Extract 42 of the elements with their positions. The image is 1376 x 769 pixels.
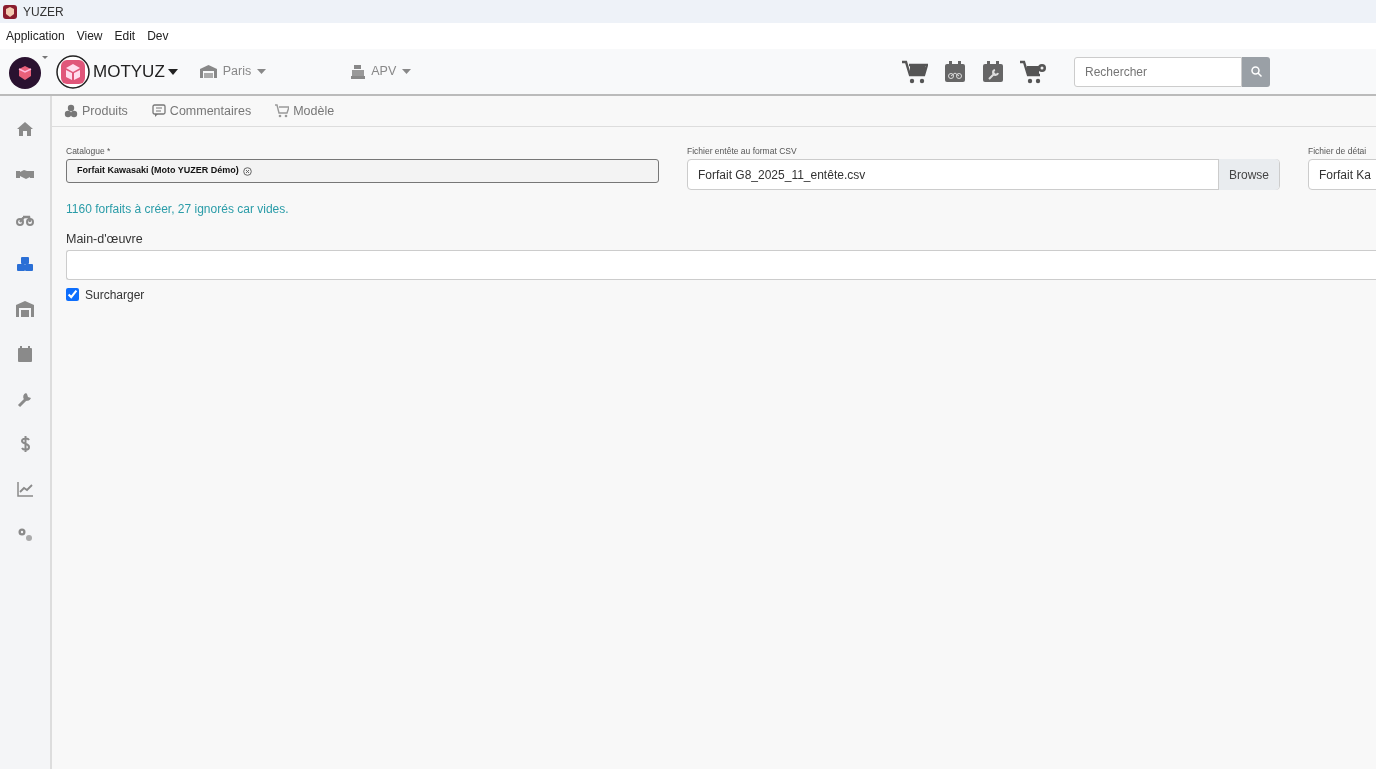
brand-logo-icon bbox=[56, 54, 90, 89]
home-icon bbox=[16, 119, 34, 138]
checkbox-label: Surcharger bbox=[85, 286, 145, 304]
warehouse-icon bbox=[16, 299, 34, 318]
comment-icon bbox=[151, 104, 166, 118]
field-label: Fichier de détai bbox=[1308, 146, 1367, 157]
menu-item[interactable]: View bbox=[76, 27, 103, 45]
checkbox[interactable] bbox=[66, 288, 79, 302]
search-icon bbox=[1250, 66, 1262, 77]
calendar-wrench-icon[interactable] bbox=[982, 60, 1004, 83]
file-input[interactable]: Forfait G8_2025_11_entête.csv Browse bbox=[687, 159, 1280, 190]
file-input[interactable]: Forfait Ka bbox=[1308, 159, 1376, 190]
catalogue-select[interactable]: Forfait Kawasaki (Moto YUZER Démo) bbox=[66, 159, 659, 183]
search-button[interactable] bbox=[1242, 56, 1270, 87]
tab[interactable]: Modèle bbox=[275, 101, 335, 121]
menu-item[interactable]: Application bbox=[6, 27, 65, 45]
caret-icon bbox=[167, 68, 178, 75]
browse-button[interactable]: Browse bbox=[1218, 159, 1279, 190]
labour-input[interactable] bbox=[66, 249, 1376, 280]
field-label: Catalogue * bbox=[66, 146, 111, 157]
field-label: Main-d'œuvre bbox=[66, 231, 143, 248]
warehouse-icon bbox=[199, 65, 217, 78]
calendar-motorcycle-icon[interactable] bbox=[944, 60, 966, 83]
window-title: YUZER bbox=[23, 3, 64, 21]
site-dropdown[interactable]: Paris bbox=[199, 62, 267, 81]
app-logo-icon bbox=[3, 4, 17, 19]
tab[interactable]: Produits bbox=[64, 101, 128, 121]
menu-item[interactable]: Dev bbox=[147, 27, 169, 45]
cart-motorcycle-icon[interactable] bbox=[1020, 59, 1048, 84]
brand-dropdown[interactable]: MOTYUZ bbox=[56, 54, 178, 89]
remove-icon[interactable] bbox=[242, 166, 252, 176]
info-text: 1160 forfaits à créer, 27 ignorés car vides. bbox=[66, 201, 289, 218]
caret-icon bbox=[257, 69, 267, 74]
caret-icon bbox=[402, 69, 412, 74]
cart-icon bbox=[275, 104, 290, 118]
field-label: Fichier entête au format CSV bbox=[687, 146, 797, 157]
cart-icon[interactable] bbox=[902, 59, 928, 84]
menu-item[interactable]: Edit bbox=[114, 27, 136, 45]
tab[interactable]: Commentaires bbox=[151, 101, 252, 121]
chart-icon bbox=[16, 479, 34, 498]
user-avatar[interactable] bbox=[8, 53, 48, 90]
calendar-icon bbox=[16, 344, 34, 363]
